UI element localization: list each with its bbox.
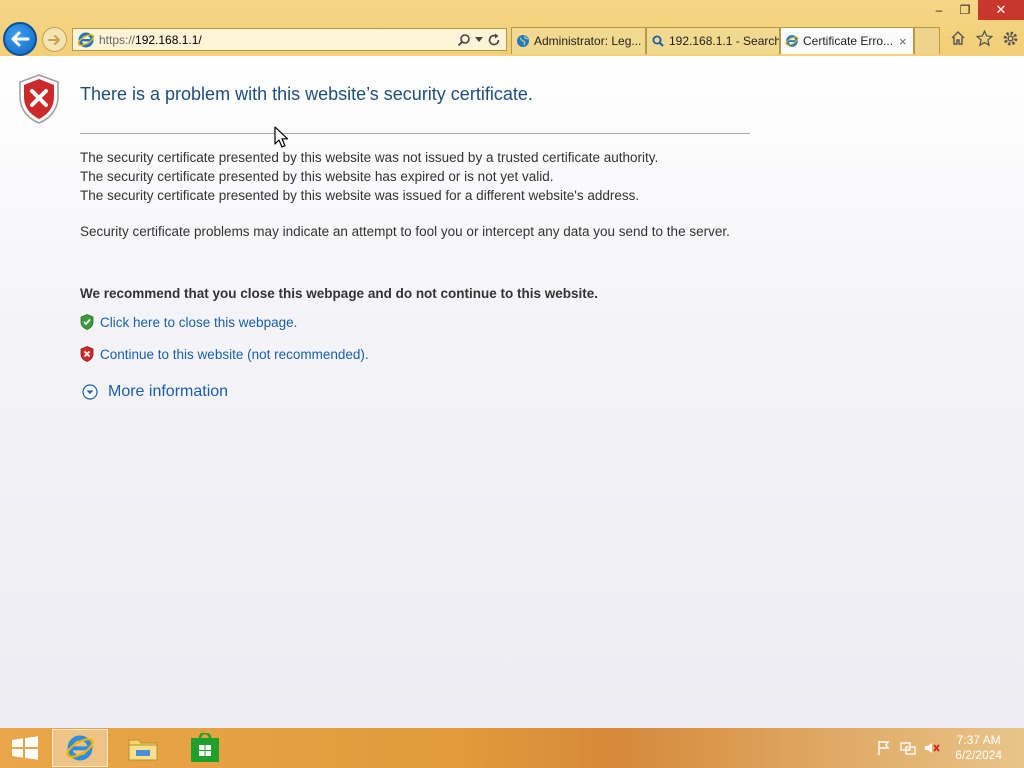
reason-item: The security certificate presented by th… xyxy=(80,169,554,184)
reason-item: The security certificate presented by th… xyxy=(80,150,659,165)
warning-text: Security certificate problems may indica… xyxy=(80,224,730,239)
ie-icon xyxy=(785,35,799,47)
continue-link[interactable]: Continue to this website (not recommende… xyxy=(100,347,369,362)
url-host: 192.168.1.1/ xyxy=(135,32,202,47)
folder-icon xyxy=(128,739,158,761)
address-bar[interactable]: https:// 192.168.1.1/ xyxy=(72,28,507,51)
tab-label: 192.168.1.1 - Search xyxy=(669,34,780,48)
search-icon[interactable] xyxy=(457,33,471,47)
back-button[interactable] xyxy=(3,22,37,56)
tab-search[interactable]: 192.168.1.1 - Search xyxy=(646,27,780,54)
home-icon xyxy=(951,31,965,45)
arrow-left-icon xyxy=(11,31,30,47)
tab-close-button[interactable]: × xyxy=(899,34,907,49)
network-icon[interactable] xyxy=(900,740,916,756)
windows-start-button[interactable] xyxy=(8,734,42,762)
certificate-error-page: There is a problem with this website’s s… xyxy=(0,56,1024,728)
favorites-button[interactable] xyxy=(974,28,994,48)
reason-item: The security certificate presented by th… xyxy=(80,188,640,203)
tab-certificate-error[interactable]: Certificate Erro... × xyxy=(780,27,914,54)
mouse-cursor-icon xyxy=(274,126,288,148)
restore-button[interactable]: ❐ xyxy=(952,0,978,20)
close-webpage-row: Click here to close this webpage. xyxy=(80,314,297,330)
taskbar-internet-explorer[interactable] xyxy=(52,729,108,767)
window-controls: – ❐ ✕ xyxy=(926,0,1024,20)
refresh-icon[interactable] xyxy=(487,33,501,47)
tools-button[interactable] xyxy=(1000,28,1020,48)
page-title: There is a problem with this website’s s… xyxy=(80,84,533,104)
store-icon xyxy=(191,733,219,762)
more-information-label: More information xyxy=(108,383,229,400)
ie-icon xyxy=(77,32,95,47)
ie-icon xyxy=(66,735,94,761)
shield-check-icon xyxy=(80,314,94,330)
taskbar-store[interactable] xyxy=(177,729,233,767)
speaker-muted-icon[interactable] xyxy=(924,740,940,756)
star-icon xyxy=(975,29,993,46)
search-icon xyxy=(652,35,664,47)
reasons-list: The security certificate presented by th… xyxy=(80,148,760,205)
close-window-button[interactable]: ✕ xyxy=(978,0,1024,20)
taskbar: 7:37 AM 6/2/2024 xyxy=(0,728,1024,768)
shield-error-icon xyxy=(19,74,59,124)
globe-icon xyxy=(517,35,529,47)
toolbar-icons xyxy=(948,28,1020,48)
continue-row: Continue to this website (not recommende… xyxy=(80,346,369,362)
system-clock[interactable]: 7:37 AM 6/2/2024 xyxy=(955,733,1002,763)
url-protocol: https:// xyxy=(99,32,136,47)
home-button[interactable] xyxy=(948,28,968,48)
recommendation-text: We recommend that you close this webpage… xyxy=(80,286,599,301)
close-webpage-link[interactable]: Click here to close this webpage. xyxy=(100,315,297,330)
browser-chrome: – ❐ ✕ https:// 192.168.1.1/ Administrato… xyxy=(0,0,1024,56)
tab-administrator[interactable]: Administrator: Leg... xyxy=(511,27,646,54)
clock-date: 6/2/2024 xyxy=(955,748,1002,762)
tab-label: Certificate Erro... xyxy=(803,34,894,48)
minimize-button[interactable]: – xyxy=(926,0,952,20)
taskbar-file-explorer[interactable] xyxy=(115,729,171,767)
forward-button[interactable] xyxy=(42,27,67,52)
chevron-down-icon xyxy=(82,384,98,400)
dropdown-arrow-icon[interactable] xyxy=(475,36,483,43)
system-tray xyxy=(876,740,940,756)
tab-label: Administrator: Leg... xyxy=(534,34,642,48)
shield-error-icon xyxy=(80,346,94,362)
tab-strip: Administrator: Leg... 192.168.1.1 - Sear… xyxy=(511,27,940,54)
divider xyxy=(80,133,750,134)
clock-time: 7:37 AM xyxy=(956,733,1001,747)
more-information-toggle[interactable]: More information xyxy=(82,383,228,401)
arrow-right-icon xyxy=(47,34,60,45)
gear-icon xyxy=(1003,31,1017,45)
new-tab-button[interactable] xyxy=(914,27,940,54)
flag-icon[interactable] xyxy=(876,740,892,756)
